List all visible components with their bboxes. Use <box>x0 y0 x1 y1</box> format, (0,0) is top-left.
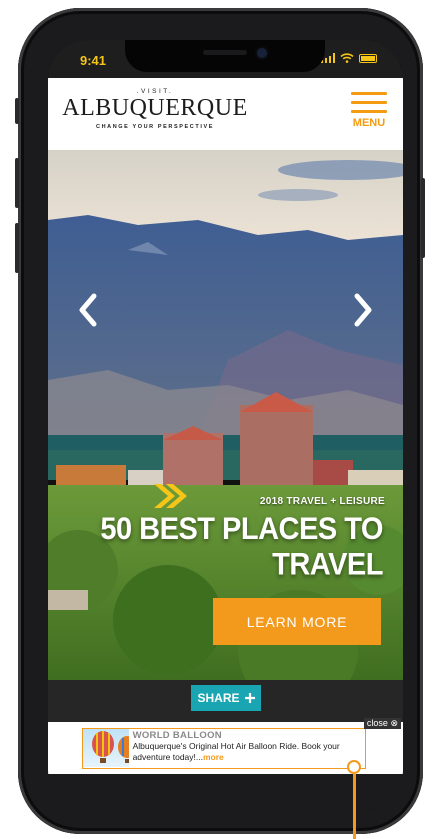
ad-close-button[interactable]: close ⊗ <box>363 718 401 729</box>
learn-more-button[interactable]: LEARN MORE <box>213 598 381 645</box>
site-header: .VISIT. ALBUQUERQUE CHANGE YOUR PERSPECT… <box>48 78 403 150</box>
wifi-icon <box>340 53 354 63</box>
hero-headline: 50 BEST PLACES TO TRAVEL <box>83 512 383 583</box>
battery-icon <box>359 54 377 63</box>
chevron-right-icon[interactable] <box>347 290 377 330</box>
menu-button[interactable]: MENU <box>349 92 389 129</box>
chevron-left-icon[interactable] <box>74 290 104 330</box>
ad-text: WORLD BALLOON Albuquerque's Original Hot… <box>129 729 365 768</box>
share-label: SHARE <box>197 691 240 705</box>
speaker <box>203 50 247 55</box>
ad-banner[interactable]: WORLD BALLOON Albuquerque's Original Hot… <box>82 728 366 769</box>
mute-switch <box>15 98 19 124</box>
hero-headline-line1: 50 BEST PLACES TO <box>100 512 383 547</box>
menu-label: MENU <box>352 117 386 129</box>
bottom-bezel <box>48 774 403 810</box>
hero-carousel: 2018 TRAVEL + LEISURE 50 BEST PLACES TO … <box>48 150 403 680</box>
volume-up-button <box>15 158 19 208</box>
hamburger-icon <box>351 92 387 95</box>
status-icons <box>320 53 377 63</box>
hot-air-balloon-image <box>83 729 129 767</box>
close-icon: ⊗ <box>390 718 398 728</box>
logo-visit-text: .VISIT. <box>136 88 174 95</box>
callout-pin <box>347 760 361 774</box>
logo-name-text: ALBUQUERQUE <box>62 95 248 121</box>
callout-line <box>353 774 356 839</box>
phone-screen: 9:41 .VISIT. ALBUQUERQUE CHANGE YOUR PER… <box>48 40 403 810</box>
status-time: 9:41 <box>80 53 107 68</box>
double-chevron-icon <box>154 484 187 508</box>
share-button[interactable]: SHARE <box>191 685 261 711</box>
volume-down-button <box>15 223 19 273</box>
power-button <box>421 178 425 258</box>
notch <box>125 40 325 72</box>
visit-albuquerque-logo[interactable]: .VISIT. ALBUQUERQUE CHANGE YOUR PERSPECT… <box>60 86 250 144</box>
hero-headline-line2: TRAVEL <box>272 547 383 583</box>
logo-tagline: CHANGE YOUR PERSPECTIVE <box>96 124 214 130</box>
ad-body: Albuquerque's Original Hot Air Balloon R… <box>132 741 340 762</box>
ad-more-link[interactable]: more <box>203 752 224 762</box>
ad-title: WORLD BALLOON <box>132 730 222 741</box>
plus-icon <box>244 693 255 703</box>
front-camera <box>257 48 267 58</box>
hero-eyebrow: 2018 TRAVEL + LEISURE <box>259 496 385 507</box>
ad-close-label: close <box>366 718 388 728</box>
